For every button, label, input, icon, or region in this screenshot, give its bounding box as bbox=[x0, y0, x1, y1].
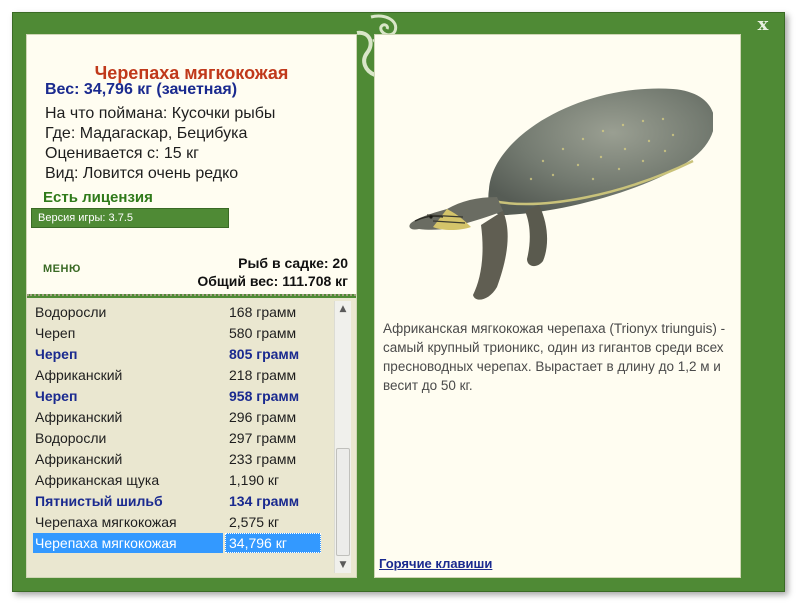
catch-list: Водоросли 168 грамм Череп 580 грамм Череп 8… bbox=[27, 298, 356, 577]
catch-row[interactable]: Череп 580 грамм bbox=[31, 323, 325, 344]
catch-row[interactable]: Череп 958 грамм bbox=[31, 386, 325, 407]
catch-weight: 297 грамм bbox=[229, 430, 297, 446]
catch-row[interactable]: Африканская щука 1,190 кг bbox=[31, 470, 325, 491]
catch-name: Черепаха мягкокожая bbox=[35, 514, 177, 530]
catch-name: Водоросли bbox=[35, 430, 107, 446]
catch-row[interactable]: Череп 805 грамм bbox=[31, 344, 325, 365]
catch-name: Пятнистый шильб bbox=[35, 493, 163, 509]
close-button[interactable]: x bbox=[752, 14, 774, 36]
catch-rows: Водоросли 168 грамм Череп 580 грамм Череп 8… bbox=[31, 302, 327, 554]
catch-weight: 233 грамм bbox=[229, 451, 297, 467]
fish-location: Где: Мадагаскар, Бецибука bbox=[45, 125, 248, 142]
catch-weight: 958 грамм bbox=[229, 388, 300, 404]
catch-row[interactable]: Водоросли 297 грамм bbox=[31, 428, 325, 449]
catch-row[interactable]: Африканский 218 грамм bbox=[31, 365, 325, 386]
turtle-image bbox=[409, 88, 713, 300]
fish-info-panel: Черепаха мягкокожая Вес: 34,796 кг (заче… bbox=[26, 34, 357, 578]
cage-total-weight: Общий вес: 111.708 кг bbox=[197, 273, 348, 289]
divider bbox=[27, 294, 356, 297]
fish-description: Африканская мягкокожая черепаха (Trionyx… bbox=[383, 321, 726, 393]
license-status: Есть лицензия bbox=[43, 189, 153, 206]
catch-name: Африканский bbox=[35, 367, 123, 383]
catch-details: Черепаха мягкокожая Вес: 34,796 кг (заче… bbox=[27, 35, 356, 294]
catch-weight: 218 грамм bbox=[229, 367, 297, 383]
catch-name: Черепаха мягкокожая bbox=[33, 533, 223, 553]
list-scrollbar[interactable]: ▲ ▼ bbox=[334, 301, 351, 573]
scroll-thumb[interactable] bbox=[336, 448, 350, 556]
catch-weight: 34,796 кг bbox=[225, 533, 321, 553]
menu-button[interactable]: МЕНЮ bbox=[43, 263, 81, 275]
catch-weight: 168 грамм bbox=[229, 304, 297, 320]
catch-weight: 2,575 кг bbox=[229, 514, 280, 530]
fish-bait: На что поймана: Кусочки рыбы bbox=[45, 105, 276, 122]
catch-weight: 134 грамм bbox=[229, 493, 300, 509]
catch-row[interactable]: Пятнистый шильб 134 грамм bbox=[31, 491, 325, 512]
catch-name: Африканский bbox=[35, 409, 123, 425]
catch-name: Африканская щука bbox=[35, 472, 160, 488]
fish-rarity: Вид: Ловится очень редко bbox=[45, 165, 239, 182]
catch-row[interactable]: Африканский 233 грамм bbox=[31, 449, 325, 470]
catch-weight: 580 грамм bbox=[229, 325, 297, 341]
catch-row[interactable]: Черепаха мягкокожая 2,575 кг bbox=[31, 512, 325, 533]
catch-name: Череп bbox=[35, 325, 76, 341]
scroll-up-icon[interactable]: ▲ bbox=[335, 301, 351, 317]
catch-row[interactable]: Африканский 296 грамм bbox=[31, 407, 325, 428]
catch-weight: 805 грамм bbox=[229, 346, 300, 362]
catch-name: Череп bbox=[35, 388, 78, 404]
catch-weight: 296 грамм bbox=[229, 409, 297, 425]
scroll-down-icon[interactable]: ▼ bbox=[335, 557, 351, 573]
cage-fish-count: Рыб в садке: 20 bbox=[238, 255, 348, 271]
catch-row[interactable]: Черепаха мягкокожая 34,796 кг bbox=[31, 533, 325, 554]
fish-value: Оценивается с: 15 кг bbox=[45, 145, 199, 162]
catch-row[interactable]: Водоросли 168 грамм bbox=[31, 302, 325, 323]
catch-name: Череп bbox=[35, 346, 78, 362]
catch-name: Африканский bbox=[35, 451, 123, 467]
fish-description-panel: Африканская мягкокожая черепаха (Trionyx… bbox=[374, 34, 741, 578]
fish-weight: Вес: 34,796 кг (зачетная) bbox=[45, 81, 238, 98]
version-label: Версия игры: 3.7.5 bbox=[31, 208, 229, 228]
catch-weight: 1,190 кг bbox=[229, 472, 280, 488]
catch-name: Водоросли bbox=[35, 304, 107, 320]
hotkeys-link[interactable]: Горячие клавиши bbox=[379, 556, 492, 571]
